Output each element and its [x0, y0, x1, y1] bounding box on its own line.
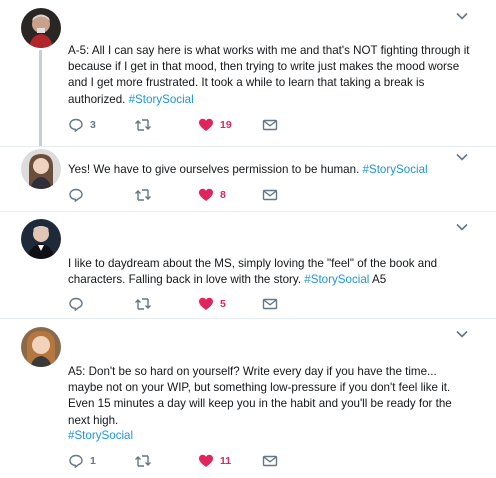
tweet-4: A5: Don't be so hard on yourself? Write … [0, 319, 496, 478]
like-button[interactable]: 11 [198, 453, 231, 469]
avatar[interactable] [21, 149, 61, 189]
retweet-button[interactable] [134, 117, 152, 133]
like-button[interactable]: 8 [198, 187, 226, 203]
like-button[interactable]: 19 [198, 117, 232, 133]
like-count: 11 [220, 455, 232, 467]
reply-button[interactable] [68, 296, 90, 312]
retweet-icon [135, 455, 151, 467]
reply-button[interactable]: 1 [68, 453, 96, 469]
chevron-down-icon[interactable] [455, 220, 469, 234]
tweet-2: Yes! We have to give ourselves permissio… [0, 147, 496, 211]
reply-button[interactable]: 3 [68, 117, 96, 133]
like-count: 5 [220, 298, 226, 310]
hashtag-line: #StorySocial [68, 428, 473, 444]
message-button[interactable] [262, 187, 278, 203]
retweet-icon [135, 119, 151, 131]
chevron-down-icon[interactable] [455, 9, 469, 23]
thread-line [39, 50, 42, 146]
reply-count: 1 [90, 455, 96, 467]
hashtag-link[interactable]: #StorySocial [68, 429, 133, 442]
avatar[interactable] [21, 327, 61, 367]
like-count: 19 [220, 119, 232, 131]
heart-icon [199, 188, 213, 201]
tweet-1: A-5: All I can say here is what works wi… [0, 0, 496, 146]
like-count: 8 [220, 189, 226, 201]
heart-icon [199, 118, 213, 131]
reply-icon [69, 454, 83, 468]
envelope-icon [262, 455, 278, 467]
hashtag-link[interactable]: #StorySocial [129, 93, 194, 106]
reply-count: 3 [90, 119, 96, 131]
like-button[interactable]: 5 [198, 296, 226, 312]
envelope-icon [262, 298, 278, 310]
tweet-text: A-5: All I can say here is what works wi… [68, 44, 470, 106]
avatar[interactable] [21, 219, 61, 259]
tweet-text: Yes! We have to give ourselves permissio… [68, 163, 428, 176]
retweet-button[interactable] [134, 453, 152, 469]
tweet-actions: 5 [68, 296, 288, 312]
hashtag-link[interactable]: #StorySocial [304, 273, 369, 286]
hashtag-link[interactable]: #StorySocial [363, 163, 428, 176]
reply-icon [69, 188, 83, 202]
reply-icon [69, 297, 83, 311]
tweet-text: I like to daydream about the MS, simply … [68, 257, 438, 287]
envelope-icon [262, 189, 278, 201]
heart-icon [199, 297, 213, 310]
message-button[interactable] [262, 296, 278, 312]
reply-button[interactable] [68, 187, 90, 203]
retweet-icon [135, 298, 151, 310]
message-button[interactable] [262, 453, 278, 469]
tweet-actions: 1 11 [68, 453, 288, 469]
heart-icon [199, 454, 213, 467]
tweet-actions: 3 19 [68, 117, 288, 133]
tweet-actions: 8 [68, 187, 288, 203]
retweet-button[interactable] [134, 296, 152, 312]
retweet-icon [135, 189, 151, 201]
reply-icon [69, 118, 83, 132]
avatar[interactable] [21, 8, 61, 48]
chevron-down-icon[interactable] [455, 327, 469, 341]
retweet-button[interactable] [134, 187, 152, 203]
tweet-3: I like to daydream about the MS, simply … [0, 212, 496, 318]
envelope-icon [262, 119, 278, 131]
tweet-text: A5: Don't be so hard on yourself? Write … [68, 365, 452, 427]
message-button[interactable] [262, 117, 278, 133]
